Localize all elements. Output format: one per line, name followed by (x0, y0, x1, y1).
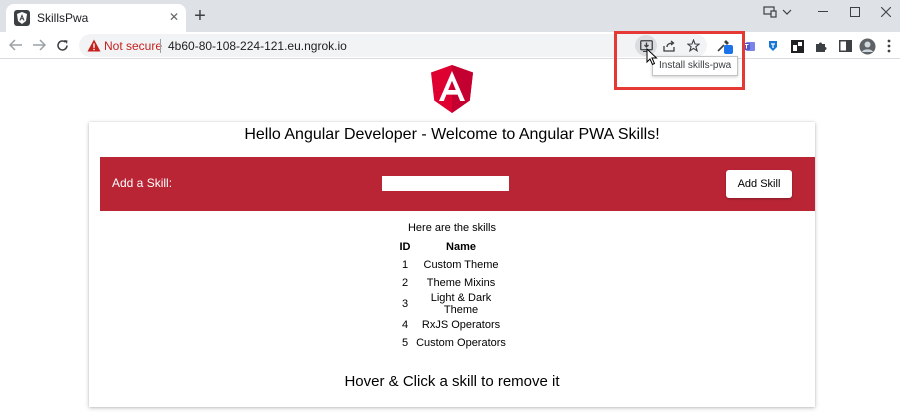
add-skill-bar: Add a Skill: Add Skill (100, 157, 815, 211)
skill-name[interactable]: Theme Mixins (413, 274, 509, 292)
angular-logo (431, 65, 473, 113)
skill-id: 1 (401, 259, 409, 271)
close-window-icon[interactable] (873, 2, 899, 22)
table-row[interactable]: 3 Light & Dark Theme (397, 292, 509, 316)
puzzle-icon[interactable] (812, 37, 830, 55)
warning-icon (87, 39, 101, 52)
browser-tab[interactable]: SkillsPwa ✕ (6, 4, 186, 32)
tab-title: SkillsPwa (37, 11, 89, 25)
security-status[interactable]: Not secure (104, 39, 162, 53)
back-arrow-icon[interactable] (6, 35, 26, 55)
add-skill-button[interactable]: Add Skill (726, 170, 792, 198)
skills-table: ID Name 1 Custom Theme 2 Theme Mixins 3 … (397, 238, 509, 352)
column-header-name: Name (446, 241, 476, 253)
address-separator (160, 39, 161, 53)
minimize-icon[interactable] (810, 2, 836, 22)
table-row[interactable]: 4 RxJS Operators (397, 316, 509, 334)
skill-id: 2 (401, 277, 409, 289)
table-header-row: ID Name (397, 238, 509, 256)
maximize-icon[interactable] (842, 2, 868, 22)
highlight-box (614, 31, 745, 90)
url-text[interactable]: 4b60-80-108-224-121.eu.ngrok.io (168, 39, 347, 53)
browser-titlebar: SkillsPwa ✕ + (0, 0, 900, 32)
table-row[interactable]: 5 Custom Operators (397, 334, 509, 352)
chevron-down-icon[interactable] (774, 2, 800, 22)
column-header-id: ID (399, 241, 411, 253)
kebab-menu-icon[interactable] (880, 37, 898, 55)
skill-input[interactable] (382, 176, 509, 191)
reload-icon[interactable] (52, 35, 72, 55)
page-title: Hello Angular Developer - Welcome to Ang… (244, 126, 660, 143)
skill-name[interactable]: Custom Operators (413, 334, 509, 352)
table-row[interactable]: 1 Custom Theme (397, 256, 509, 274)
skill-name[interactable]: Light & Dark Theme (413, 292, 509, 316)
skill-id: 3 (401, 298, 409, 310)
skill-name[interactable]: RxJS Operators (413, 316, 509, 334)
add-skill-label: Add a Skill: (112, 176, 173, 190)
skill-name[interactable]: Custom Theme (413, 256, 509, 274)
hover-instruction: Hover & Click a skill to remove it (344, 373, 560, 390)
skills-heading: Here are the skills (407, 222, 497, 234)
grid-extension-icon[interactable] (788, 37, 806, 55)
tab-close-icon[interactable]: ✕ (165, 8, 183, 26)
new-tab-button[interactable]: + (190, 6, 210, 27)
forward-arrow-icon[interactable] (29, 35, 49, 55)
browser-toolbar: Not secure 4b60-80-108-224-121.eu.ngrok.… (0, 32, 900, 59)
skills-card: Hello Angular Developer - Welcome to Ang… (89, 122, 815, 407)
side-panel-icon[interactable] (836, 37, 854, 55)
angular-icon (14, 10, 30, 26)
address-bar[interactable]: Not secure 4b60-80-108-224-121.eu.ngrok.… (79, 34, 707, 57)
table-row[interactable]: 2 Theme Mixins (397, 274, 509, 292)
skill-id: 4 (401, 319, 409, 331)
skill-id: 5 (401, 337, 409, 349)
avatar[interactable] (858, 37, 876, 55)
extension-icon[interactable] (764, 37, 782, 55)
